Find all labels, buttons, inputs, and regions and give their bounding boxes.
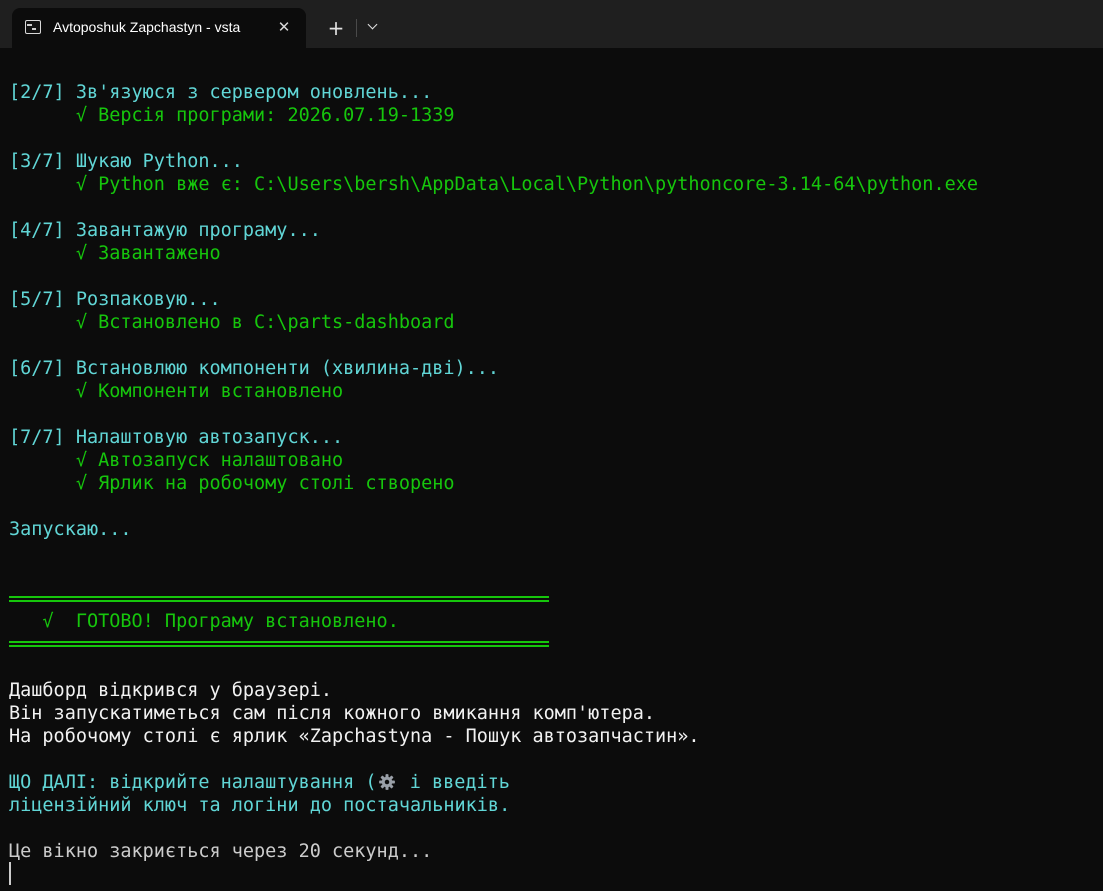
terminal-icon <box>25 20 41 34</box>
tab-separator <box>356 19 357 37</box>
step-result: √ Встановлено в C:\parts-dashboard <box>9 312 455 333</box>
terminal-output[interactable]: [2/7] Зв'язуюся з сервером оновлень... √… <box>0 48 1103 891</box>
next-steps-text: і введіть <box>398 772 510 793</box>
info-line: Дашборд відкрився у браузері. <box>9 680 333 701</box>
next-steps-line: ЩО ДАЛІ: відкрийте налаштування ( і введ… <box>9 771 510 794</box>
title-bar: Avtoposhuk Zapchastyn - vsta ✕ + <box>0 0 1103 48</box>
step-header: [5/7] Розпаковую... <box>9 289 221 310</box>
info-line: На робочому столі є ярлик «Zapchastyna -… <box>9 726 700 747</box>
launching-message: Запускаю... <box>9 519 132 540</box>
step-header: [4/7] Завантажую програму... <box>9 220 321 241</box>
step-result: √ Python вже є: C:\Users\bersh\AppData\L… <box>9 174 979 195</box>
info-line: Він запускатиметься сам після кожного вм… <box>9 703 656 724</box>
banner-rule-top <box>9 596 549 602</box>
success-banner: √ ГОТОВО! Програму встановлено. <box>9 611 399 632</box>
step-result: √ Автозапуск налаштовано <box>9 450 344 471</box>
step-result: √ Компоненти встановлено <box>9 381 344 402</box>
terminal-tab[interactable]: Avtoposhuk Zapchastyn - vsta ✕ <box>12 8 306 48</box>
close-icon[interactable]: ✕ <box>274 17 294 37</box>
closing-countdown: Це вікно закриється через 20 секунд... <box>9 841 433 862</box>
banner-rule-bottom <box>9 641 549 647</box>
plus-icon[interactable]: + <box>322 14 350 42</box>
text-cursor <box>9 862 11 885</box>
step-result: √ Завантажено <box>9 243 221 264</box>
tab-title: Avtoposhuk Zapchastyn - vsta <box>53 19 241 35</box>
step-result: √ Ярлик на робочому столі створено <box>9 473 455 494</box>
step-result: √ Версія програми: 2026.07.19-1339 <box>9 105 455 126</box>
step-header: [6/7] Встановлюю компоненти (хвилина-дві… <box>9 358 500 379</box>
step-header: [7/7] Налаштовую автозапуск... <box>9 427 344 448</box>
step-header: [3/7] Шукаю Python... <box>9 151 243 172</box>
step-header: [2/7] Зв'язуюся з сервером оновлень... <box>9 82 433 103</box>
gear-icon <box>378 774 395 790</box>
chevron-down-icon[interactable] <box>362 16 386 40</box>
next-steps-line: ліцензійний ключ та логіни до постачальн… <box>9 795 511 816</box>
next-steps-text: ЩО ДАЛІ: відкрийте налаштування ( <box>9 772 377 793</box>
